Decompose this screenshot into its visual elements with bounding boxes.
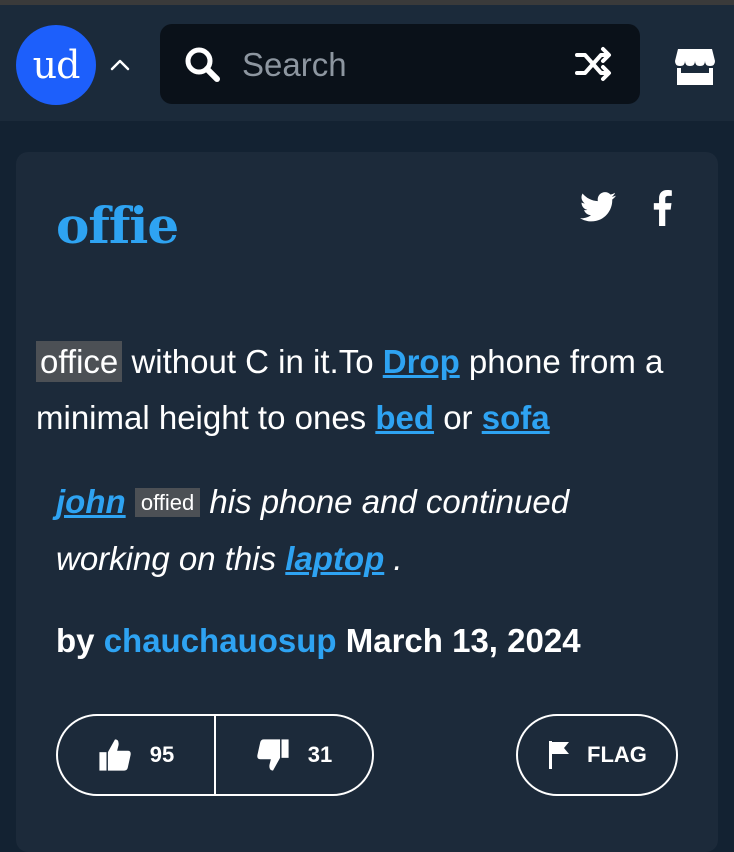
top-bar: ud — [0, 5, 734, 121]
store-icon[interactable] — [674, 45, 716, 87]
highlighted-term[interactable]: office — [36, 341, 123, 382]
example-text: . — [384, 540, 403, 577]
meaning-text: or — [434, 399, 482, 436]
search-icon — [185, 47, 220, 82]
link-bed[interactable]: bed — [375, 399, 434, 436]
twitter-icon[interactable] — [580, 192, 616, 222]
word-title[interactable]: offie — [56, 196, 179, 255]
definition-meaning: office without C in it.To Drop phone fro… — [36, 334, 666, 446]
facebook-icon[interactable] — [652, 190, 672, 226]
search-bar — [160, 24, 640, 104]
link-john[interactable]: john — [56, 483, 126, 520]
definition-example: john offied his phone and continued work… — [56, 474, 676, 587]
byline: by chauchauosup March 13, 2024 — [56, 622, 581, 660]
post-date: March 13, 2024 — [336, 622, 581, 659]
upvote-button[interactable]: 95 — [58, 716, 214, 794]
flag-label: FLAG — [587, 742, 647, 767]
meaning-text: without C in it.To — [122, 343, 383, 380]
thumbs-up-icon — [99, 739, 131, 771]
downvote-button[interactable]: 31 — [216, 716, 372, 794]
flag-button[interactable]: FLAG — [516, 714, 678, 796]
shuffle-icon[interactable] — [574, 46, 614, 82]
link-sofa[interactable]: sofa — [482, 399, 550, 436]
vote-buttons: 95 31 — [56, 714, 374, 796]
author-link[interactable]: chauchauosup — [104, 622, 337, 659]
highlighted-term[interactable]: offied — [134, 488, 201, 517]
downvote-count: 31 — [307, 742, 333, 767]
chevron-up-icon[interactable] — [109, 58, 131, 72]
ud-logo[interactable]: ud — [16, 25, 96, 105]
thumbs-down-icon — [257, 739, 289, 771]
byline-prefix: by — [56, 622, 104, 659]
link-laptop[interactable]: laptop — [285, 540, 384, 577]
link-drop[interactable]: Drop — [383, 343, 460, 380]
upvote-count: 95 — [149, 742, 175, 767]
search-input[interactable] — [240, 40, 564, 90]
definition-card: offie office without C in it.To Drop pho… — [16, 152, 718, 852]
flag-icon — [549, 741, 570, 769]
